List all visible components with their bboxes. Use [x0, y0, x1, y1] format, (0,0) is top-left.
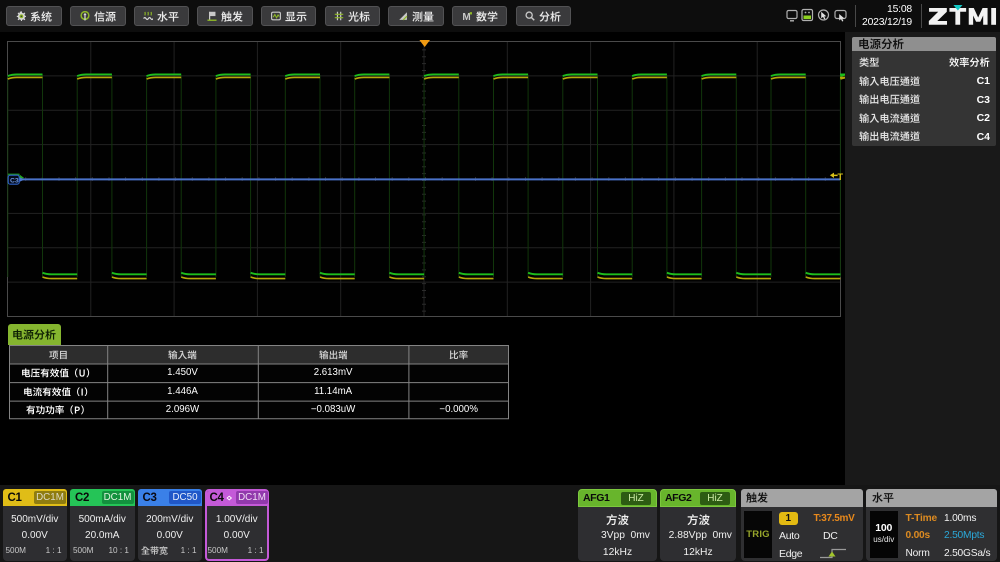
svg-text:M: M	[462, 12, 470, 21]
svg-text:C3: C3	[10, 177, 19, 184]
svg-text:T: T	[838, 172, 844, 182]
